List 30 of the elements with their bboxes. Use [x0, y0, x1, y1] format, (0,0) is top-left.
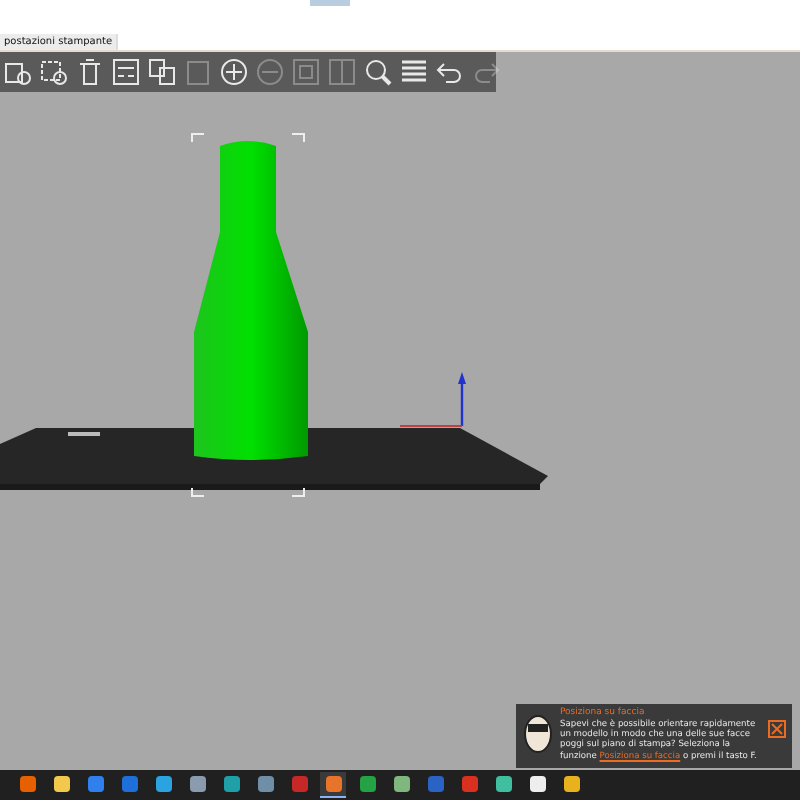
remove-instance-icon [254, 56, 286, 88]
toolbar-button[interactable] [218, 56, 250, 88]
mascot-icon [522, 712, 554, 756]
close-icon [770, 722, 784, 736]
arrange-icon [110, 56, 142, 88]
paste-icon [182, 56, 214, 88]
taskbar-app-button[interactable] [524, 772, 550, 798]
split-parts-icon [326, 56, 358, 88]
toolbar-button[interactable] [146, 56, 178, 88]
taskbar-app-button[interactable] [388, 772, 414, 798]
axes-drawing [399, 372, 466, 427]
tab-indicator [310, 0, 350, 6]
search-icon [362, 56, 394, 88]
toolbar-button[interactable] [398, 56, 430, 88]
split-objects-icon [290, 56, 322, 88]
layers-icon [398, 56, 430, 88]
close-button[interactable] [768, 720, 786, 738]
taskbar-app-button[interactable] [558, 772, 584, 798]
delete-icon [38, 56, 70, 88]
taskbar-app-button[interactable] [184, 772, 210, 798]
toolbar-button[interactable] [38, 56, 70, 88]
toolbar-button[interactable] [110, 56, 142, 88]
toolbar-button[interactable] [74, 56, 106, 88]
add-instance-icon [218, 56, 250, 88]
taskbar-app-button[interactable] [490, 772, 516, 798]
toolbar-button[interactable] [362, 56, 394, 88]
delete-all-icon [74, 56, 106, 88]
copy-icon [146, 56, 178, 88]
taskbar-app-button[interactable] [48, 772, 74, 798]
taskbar-app-button[interactable] [150, 772, 176, 798]
